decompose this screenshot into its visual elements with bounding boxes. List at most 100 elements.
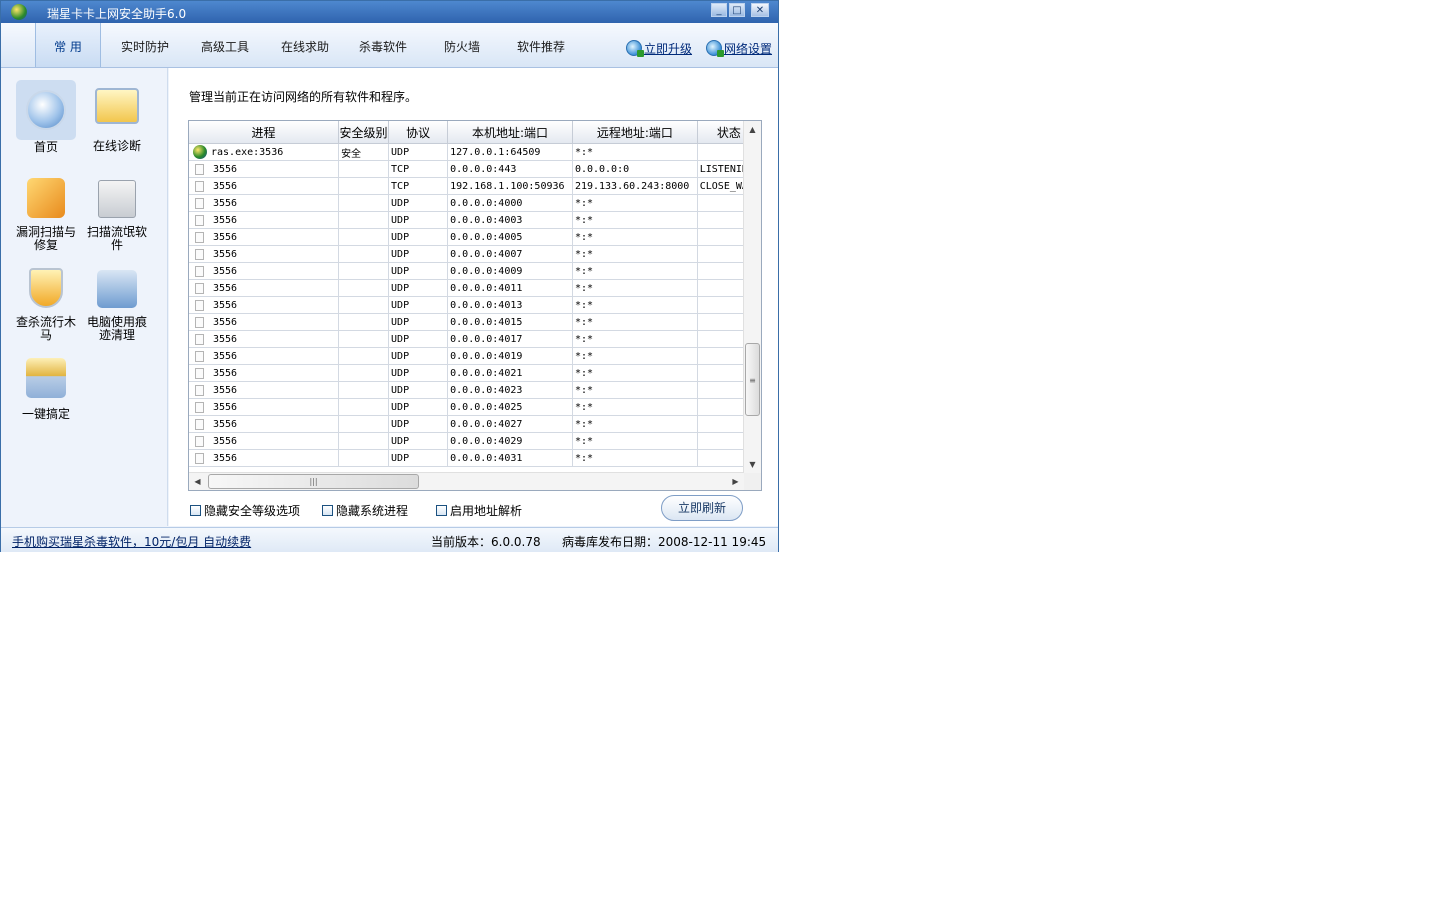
cell-protocol: UDP [388, 194, 449, 212]
cell-remote-address: *:* [572, 313, 698, 331]
column-header-local-address[interactable]: 本机地址:端口 [447, 121, 573, 144]
buy-antivirus-link[interactable]: 手机购买瑞星杀毒软件，10元/包月 自动续费 [12, 533, 251, 550]
maximize-button[interactable]: □ [729, 3, 745, 17]
table-row[interactable]: 3556 UDP 0.0.0.0:4031 *:* [189, 449, 761, 467]
title-bar[interactable]: 瑞星卡卡上网安全助手6.0 _ □ ✕ [1, 1, 778, 23]
vertical-scroll-thumb[interactable]: ≡ [745, 343, 760, 416]
table-row[interactable]: 3556 UDP 0.0.0.0:4011 *:* [189, 279, 761, 297]
table-row[interactable]: 3556 UDP 0.0.0.0:4027 *:* [189, 415, 761, 433]
upgrade-link-label: 立即升级 [644, 41, 693, 56]
column-header-remote-address[interactable]: 远程地址:端口 [572, 121, 698, 144]
tab-firewall[interactable]: 防火墙 [431, 23, 493, 67]
scroll-left-arrow-icon[interactable]: ◀ [189, 473, 206, 490]
tab-online-help[interactable]: 在线求助 [273, 23, 337, 67]
column-header-security-level[interactable]: 安全级别 [338, 121, 390, 144]
scroll-right-arrow-icon[interactable]: ▶ [727, 473, 744, 490]
page-description: 管理当前正在访问网络的所有软件和程序。 [189, 90, 418, 104]
process-name: 3556 [213, 435, 238, 447]
scroll-down-arrow-icon[interactable]: ▼ [744, 456, 761, 473]
table-row[interactable]: 3556 UDP 0.0.0.0:4007 *:* [189, 245, 761, 263]
table-row[interactable]: 3556 TCP 0.0.0.0:443 0.0.0.0:0 LISTENING [189, 160, 761, 178]
table-row[interactable]: 3556 TCP 192.168.1.100:50936 219.133.60.243… [189, 177, 761, 195]
horizontal-scroll-thumb[interactable]: ||| [208, 474, 419, 489]
column-header-process[interactable]: 进程 [189, 121, 340, 144]
network-settings-link[interactable]: 网络设置 [706, 39, 772, 57]
tab-advanced-tools[interactable]: 高级工具 [193, 23, 257, 67]
cell-local-address: 0.0.0.0:4023 [447, 381, 573, 399]
cell-protocol: UDP [388, 347, 449, 365]
sidebar-item-trace-cleanup[interactable]: 电脑使用痕迹清理 [81, 266, 153, 342]
cell-security-level [338, 313, 390, 331]
file-icon [195, 197, 204, 209]
horizontal-scrollbar[interactable]: ◀ ||| ▶ [189, 472, 744, 490]
table-row[interactable]: 3556 UDP 0.0.0.0:4025 *:* [189, 398, 761, 416]
cell-protocol: UDP [388, 364, 449, 382]
table-row[interactable]: 3556 UDP 0.0.0.0:4015 *:* [189, 313, 761, 331]
column-header-protocol[interactable]: 协议 [388, 121, 449, 144]
table-row[interactable]: 3556 UDP 0.0.0.0:4000 *:* [189, 194, 761, 212]
main-content: 管理当前正在访问网络的所有软件和程序。 进程 安全级别 协议 本机地址:端口 远… [169, 68, 778, 526]
cell-local-address: 192.168.1.100:50936 [447, 177, 573, 195]
file-icon [195, 214, 204, 226]
table-row[interactable]: 3556 UDP 0.0.0.0:4009 *:* [189, 262, 761, 280]
cell-process: 3556 [189, 449, 340, 467]
tab-realtime-protection[interactable]: 实时防护 [113, 23, 177, 67]
file-icon [195, 248, 204, 260]
enable-address-resolution-checkbox[interactable]: 启用地址解析 [436, 502, 522, 519]
cell-remote-address: *:* [572, 398, 698, 416]
diagnosis-icon [95, 88, 139, 124]
cell-security-level [338, 381, 390, 399]
process-name: 3556 [213, 350, 238, 362]
process-name: 3556 [213, 418, 238, 430]
sidebar-item-home[interactable]: 首页 [10, 80, 82, 154]
table-row[interactable]: 3556 UDP 0.0.0.0:4017 *:* [189, 330, 761, 348]
cell-process: 3556 [189, 347, 340, 365]
file-icon [195, 265, 204, 277]
sidebar-item-label: 一键搞定 [21, 407, 70, 421]
tab-common[interactable]: 常 用 [35, 23, 101, 67]
sidebar-item-rogue-scan[interactable]: 扫描流氓软件 [81, 176, 153, 252]
cell-security-level [338, 245, 390, 263]
upgrade-icon [626, 40, 644, 57]
table-row[interactable]: 3556 UDP 0.0.0.0:4023 *:* [189, 381, 761, 399]
cell-remote-address: *:* [572, 364, 698, 382]
main-tab-bar: 常 用 实时防护 高级工具 在线求助 杀毒软件 防火墙 软件推荐 立即升级 网络… [1, 23, 778, 68]
table-row[interactable]: 3556 UDP 0.0.0.0:4029 *:* [189, 432, 761, 450]
table-row[interactable]: 3556 UDP 0.0.0.0:4003 *:* [189, 211, 761, 229]
vertical-scrollbar[interactable]: ▲ ≡ ▼ [743, 121, 761, 473]
table-row[interactable]: ras.exe:3536 安全 UDP 127.0.0.1:64509 *:* [189, 143, 761, 161]
tab-software-recommend[interactable]: 软件推荐 [509, 23, 573, 67]
close-button[interactable]: ✕ [751, 3, 769, 17]
upgrade-link[interactable]: 立即升级 [626, 39, 692, 57]
checkbox-box[interactable] [436, 505, 447, 516]
minimize-button[interactable]: _ [711, 3, 727, 17]
rogue-software-scan-icon [98, 180, 136, 218]
process-name: 3556 [213, 384, 238, 396]
cell-remote-address: *:* [572, 381, 698, 399]
cell-security-level [338, 160, 390, 178]
sidebar-item-trojan-kill[interactable]: 查杀流行木马 [10, 266, 82, 342]
tab-antivirus[interactable]: 杀毒软件 [351, 23, 415, 67]
sidebar-item-diagnosis[interactable]: 在线诊断 [81, 80, 153, 153]
checkbox-box[interactable] [322, 505, 333, 516]
cell-process: ras.exe:3536 [189, 143, 340, 161]
cell-security-level [338, 194, 390, 212]
checkbox-box[interactable] [190, 505, 201, 516]
sidebar-item-vulnerability-scan[interactable]: 漏洞扫描与修复 [10, 176, 82, 252]
cell-remote-address: *:* [572, 143, 698, 161]
file-icon [195, 282, 204, 294]
table-row[interactable]: 3556 UDP 0.0.0.0:4021 *:* [189, 364, 761, 382]
hide-system-process-checkbox[interactable]: 隐藏系统进程 [322, 502, 408, 519]
process-name: 3556 [213, 163, 238, 175]
table-row[interactable]: 3556 UDP 0.0.0.0:4013 *:* [189, 296, 761, 314]
process-name: 3556 [213, 282, 238, 294]
sidebar-item-one-click[interactable]: 一键搞定 [10, 356, 82, 421]
table-row[interactable]: 3556 UDP 0.0.0.0:4019 *:* [189, 347, 761, 365]
file-icon [195, 452, 204, 464]
cell-remote-address: *:* [572, 262, 698, 280]
scroll-up-arrow-icon[interactable]: ▲ [744, 121, 761, 138]
table-row[interactable]: 3556 UDP 0.0.0.0:4005 *:* [189, 228, 761, 246]
hide-security-level-checkbox[interactable]: 隐藏安全等级选项 [190, 502, 300, 519]
refresh-button[interactable]: 立即刷新 [661, 495, 743, 521]
cell-process: 3556 [189, 211, 340, 229]
